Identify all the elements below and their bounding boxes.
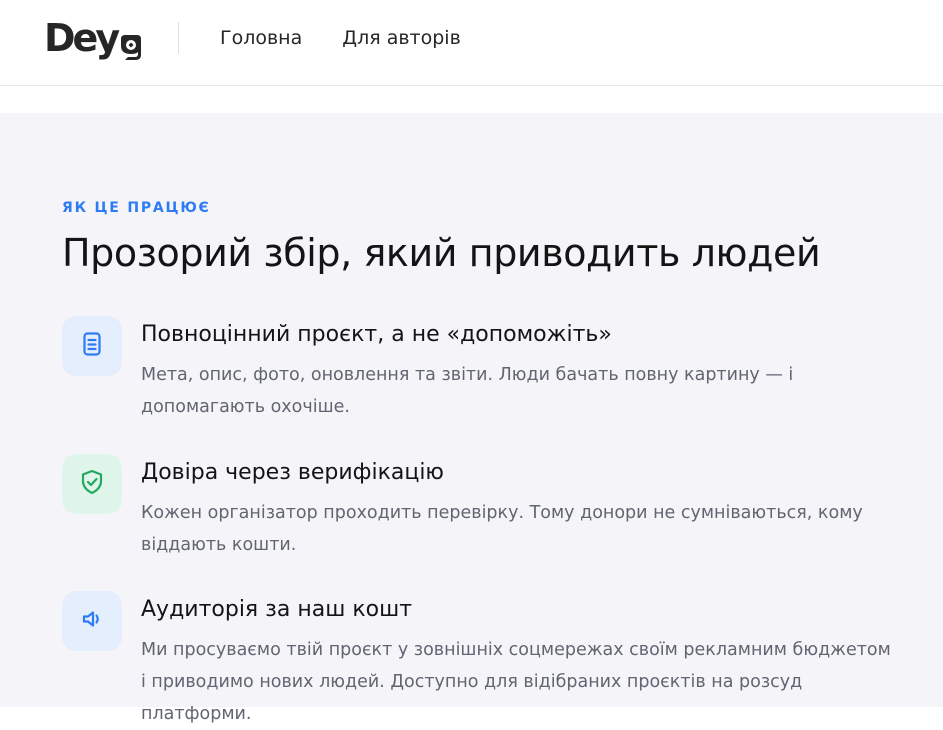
document-icon: [81, 332, 103, 360]
feature-title: Довіра через верифікацію: [141, 460, 444, 485]
logo-text: Dey: [44, 16, 120, 60]
shield-check-icon: [80, 469, 104, 499]
how-it-works-section: ЯК ЦЕ ПРАЦЮЄ Прозорий збір, який приводи…: [0, 113, 943, 724]
deya-logo[interactable]: Dey: [44, 16, 144, 60]
header-divider: [178, 22, 179, 54]
section-eyebrow: ЯК ЦЕ ПРАЦЮЄ: [62, 200, 211, 216]
logo-mark-icon: [118, 26, 144, 60]
feature-title: Повноцінний проєкт, а не «допоможіть»: [141, 322, 612, 347]
nav-link-for-authors[interactable]: Для авторів: [342, 27, 461, 49]
feature-description: Мета, опис, фото, оновлення та звіти. Лю…: [141, 365, 794, 417]
section-title: Прозорий збір, який приводить людей: [62, 231, 821, 275]
site-header: Dey Головна Для авторів: [0, 0, 943, 86]
feature-description: Ми просуваємо твій проєкт у зовнішніх со…: [141, 640, 891, 724]
feature-description: Кожен організатор проходить перевірку. Т…: [141, 503, 863, 555]
main-nav: Головна Для авторів: [220, 27, 461, 49]
feature-title: Аудиторія за наш кошт: [141, 597, 413, 622]
megaphone-icon: [80, 608, 104, 634]
feature-icon-box: [62, 591, 122, 651]
feature-icon-box: [62, 316, 122, 376]
nav-link-home[interactable]: Головна: [220, 27, 302, 49]
feature-icon-box: [62, 454, 122, 514]
